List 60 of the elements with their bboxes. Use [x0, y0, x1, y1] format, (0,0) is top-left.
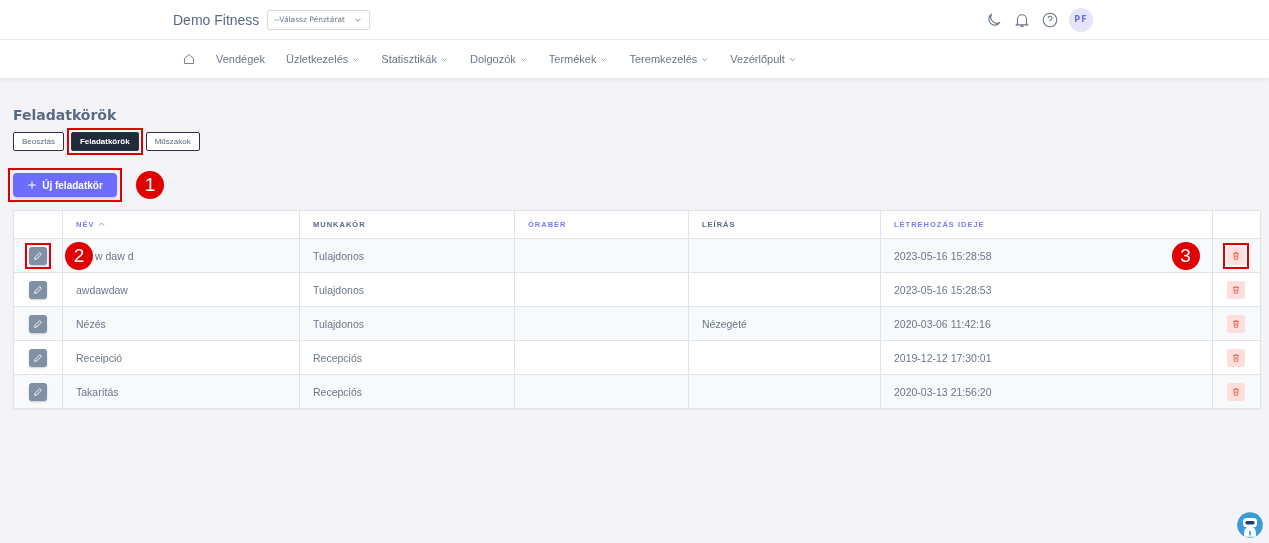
table-cell: 2019-12-12 17:30:01: [894, 351, 992, 364]
pencil-icon: [33, 250, 43, 261]
table-cell: Tulajdonos: [313, 317, 364, 330]
trash-icon: [1230, 386, 1241, 397]
table-cell: awdawdaw: [76, 283, 128, 296]
table-cell: 2023-05-16 15:28:53: [894, 283, 992, 296]
delete-button[interactable]: [1226, 246, 1245, 265]
nav-link[interactable]: Vezérlőpult: [730, 53, 797, 65]
sort-up-icon: [97, 220, 107, 229]
plus-icon: [27, 180, 38, 190]
step-number: 1: [136, 171, 164, 199]
delete-button[interactable]: [1226, 314, 1245, 333]
new-role-button[interactable]: Új feladatkör: [13, 173, 117, 197]
table-cell: 2023-05-16 15:28:58: [894, 249, 992, 262]
tab[interactable]: Műszakok: [145, 132, 200, 151]
edit-button[interactable]: [29, 280, 47, 299]
home-link[interactable]: [183, 53, 195, 65]
table-cell: Recepciós: [313, 385, 363, 398]
pencil-icon: [33, 386, 43, 397]
help-icon: [1041, 10, 1059, 29]
brand-name: Demo Fitness: [173, 11, 260, 28]
delete-button[interactable]: [1226, 280, 1245, 299]
nav-link[interactable]: Termékek: [548, 53, 609, 65]
table-cell: 2020-03-13 21:56:20: [894, 385, 992, 398]
highlight-frame: [1222, 242, 1249, 269]
nav-link[interactable]: Dolgozók: [469, 53, 528, 65]
table-cell: w daw d: [95, 249, 134, 262]
table-cell: Receipció: [76, 351, 123, 364]
home-icon: [183, 53, 195, 65]
table-cell: Takarítás: [76, 385, 119, 398]
page-title: Feladatkörök: [13, 106, 118, 124]
table-cell: Recepciós: [313, 351, 363, 364]
trash-icon: [1230, 318, 1241, 329]
tab[interactable]: Feladatkörök: [70, 132, 139, 151]
trash-icon: [1230, 250, 1241, 261]
edit-button[interactable]: [29, 382, 47, 401]
robot-icon: [1236, 511, 1264, 539]
trash-icon: [1230, 284, 1241, 295]
edit-button[interactable]: [29, 348, 47, 367]
table-cell: Nézegeté: [702, 317, 747, 330]
edit-button[interactable]: [29, 246, 47, 265]
table-cell: 2020-03-06 11:42:16: [894, 317, 991, 330]
table-cell: Tulajdonos: [313, 249, 364, 262]
chatbot-button[interactable]: [1236, 511, 1264, 539]
table-cell: Tulajdonos: [313, 283, 364, 296]
nav-link[interactable]: Üzletkezelés: [285, 53, 361, 65]
delete-button[interactable]: [1226, 382, 1245, 401]
nav-link[interactable]: Vendégek: [216, 53, 265, 65]
table-cell: Nézés: [76, 317, 106, 330]
pencil-icon: [33, 284, 43, 295]
highlight-frame: [25, 242, 51, 269]
nav-link[interactable]: Statisztikák: [381, 53, 449, 65]
edit-button[interactable]: [29, 314, 47, 333]
pencil-icon: [33, 352, 43, 363]
tab[interactable]: Beosztás: [13, 132, 64, 151]
nav-link[interactable]: Teremkezelés: [629, 53, 710, 65]
delete-button[interactable]: [1226, 348, 1245, 367]
trash-icon: [1230, 352, 1241, 363]
user-avatar[interactable]: PF: [1069, 7, 1093, 32]
pencil-icon: [33, 318, 43, 329]
